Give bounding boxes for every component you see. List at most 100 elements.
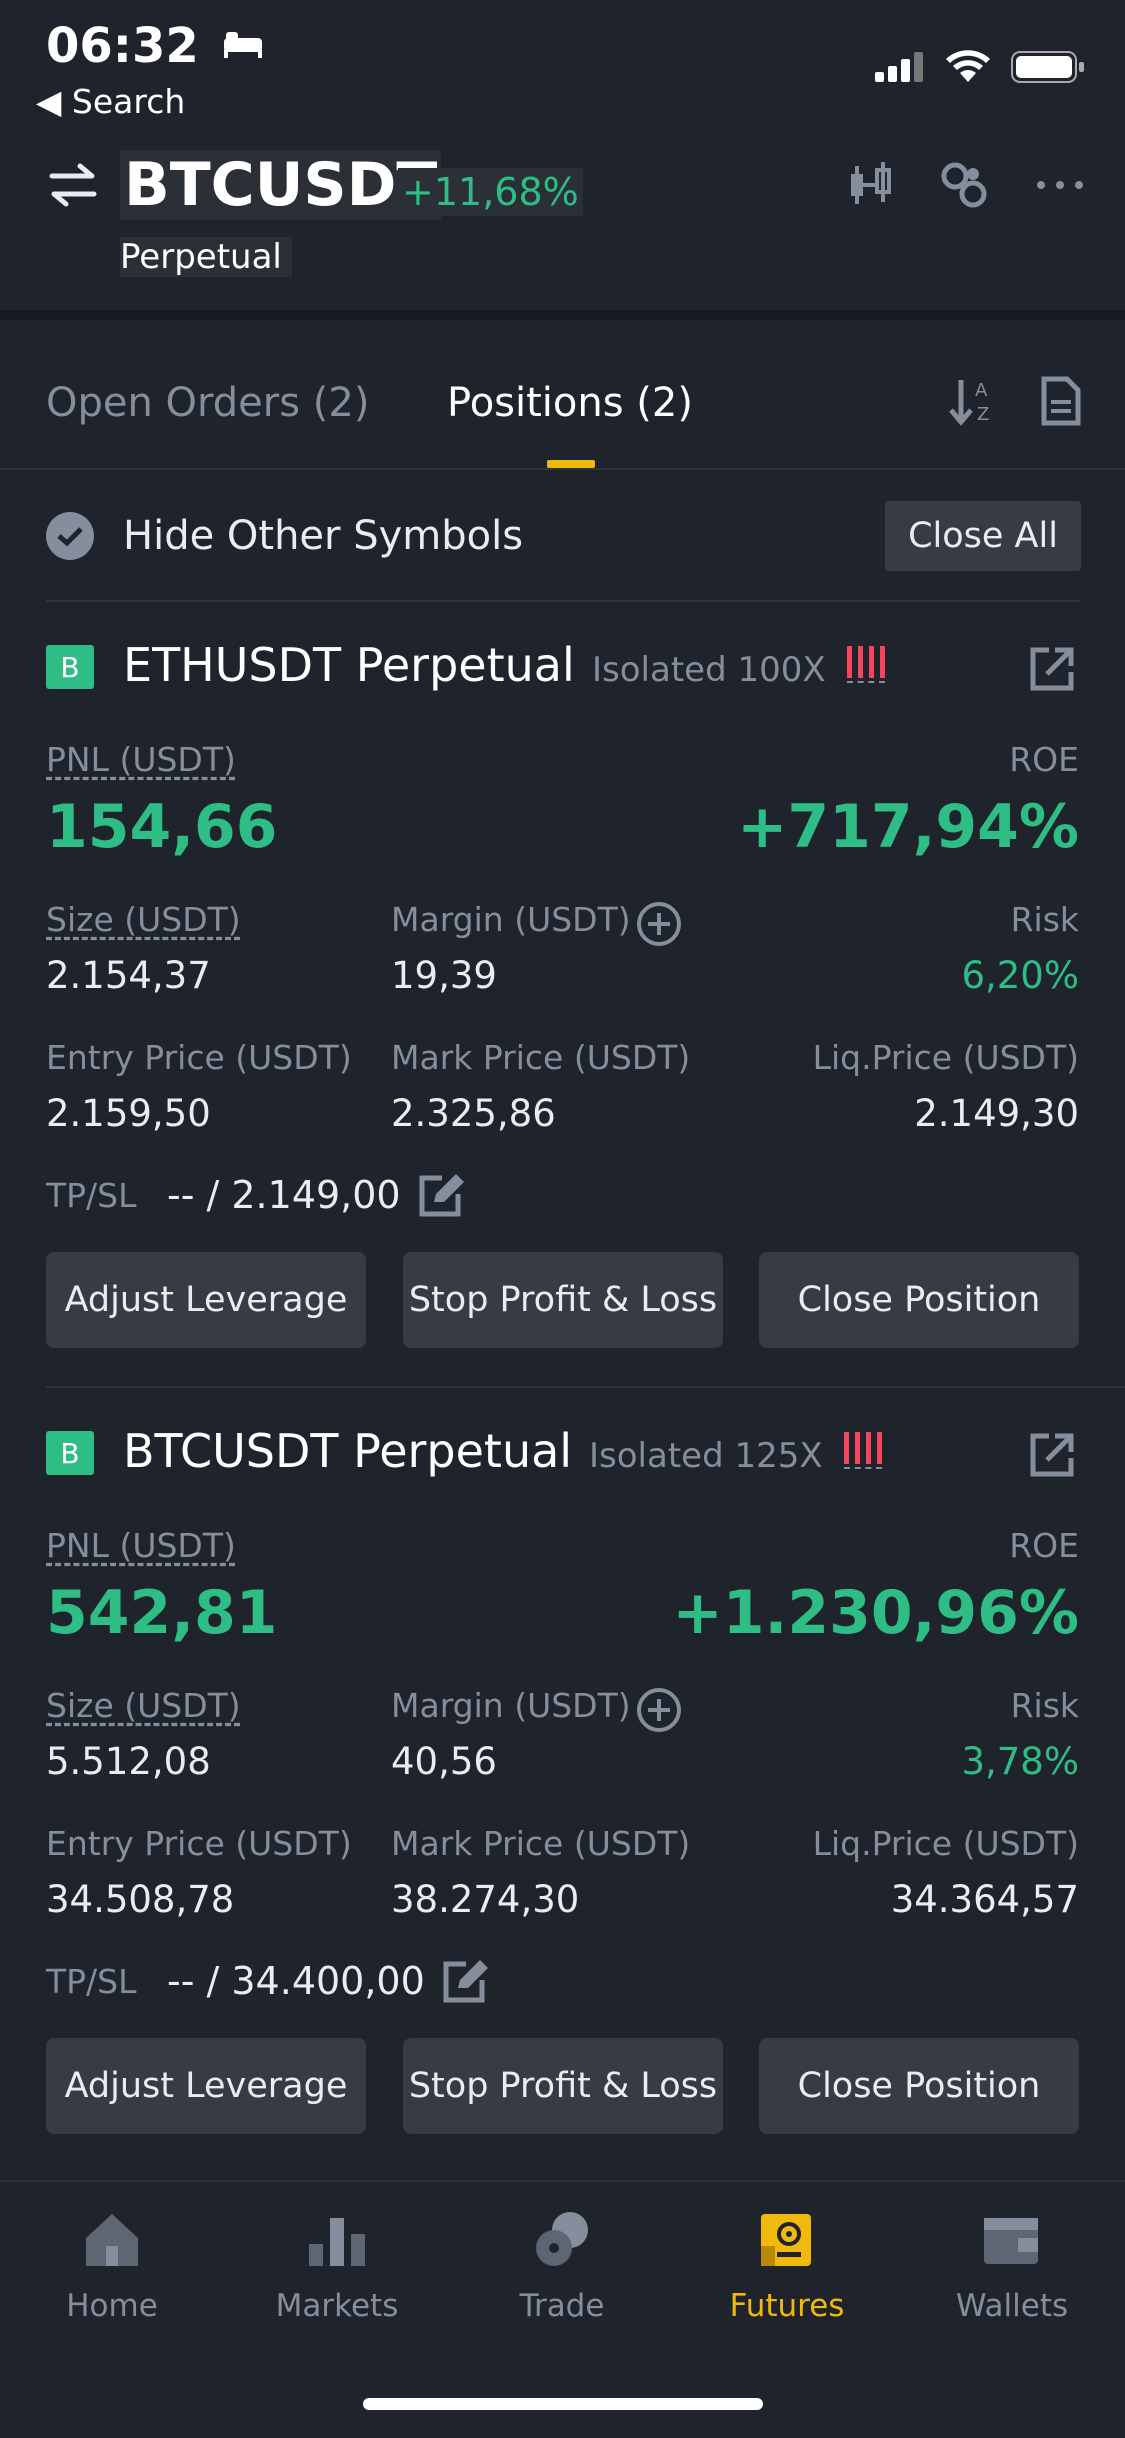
risk-bars: [844, 1432, 882, 1469]
margin-value: 19,39: [391, 954, 497, 997]
more-icon[interactable]: [1035, 175, 1085, 195]
risk-label: Risk: [1010, 900, 1079, 939]
nav-label: Markets: [275, 2288, 399, 2324]
header-divider: [0, 310, 1125, 320]
liq-price-label: Liq.Price (USDT): [812, 1038, 1079, 1077]
hide-others-checkbox[interactable]: [46, 512, 94, 560]
tab-positions[interactable]: Positions (2): [447, 380, 693, 426]
liq-price-value: 34.364,57: [890, 1878, 1079, 1921]
position-title[interactable]: ETHUSDT Perpetual: [123, 638, 575, 692]
sleep-mode-icon: [223, 32, 262, 58]
roe-value: +717,94%: [737, 792, 1079, 862]
size-label[interactable]: Size (USDT): [46, 1686, 241, 1725]
back-arrow-icon: ◀: [36, 82, 62, 121]
nav-wallets[interactable]: Wallets: [932, 2210, 1092, 2324]
tab-tools: A Z: [949, 376, 1081, 426]
share-icon[interactable]: [1029, 646, 1075, 696]
add-margin-icon[interactable]: [635, 1686, 683, 1738]
home-icon: [86, 2214, 138, 2266]
entry-price-label: Entry Price (USDT): [46, 1038, 352, 1077]
nav-trade[interactable]: Trade: [482, 2210, 642, 2324]
adjust-leverage-button[interactable]: Adjust Leverage: [46, 2038, 366, 2134]
svg-text:Z: Z: [977, 404, 989, 425]
mark-price-label: Mark Price (USDT): [391, 1824, 691, 1863]
liq-price-value: 2.149,30: [914, 1092, 1079, 1135]
nav-futures[interactable]: Futures: [707, 2210, 867, 2324]
stop-profit-loss-button[interactable]: Stop Profit & Loss: [403, 2038, 723, 2134]
share-icon[interactable]: [1029, 1432, 1075, 1482]
nav-home[interactable]: Home: [32, 2210, 192, 2324]
nav-label: Futures: [729, 2288, 845, 2324]
buy-badge: B: [46, 1431, 94, 1475]
entry-price-value: 2.159,50: [46, 1092, 211, 1135]
size-value: 5.512,08: [46, 1740, 211, 1783]
header-tools: [847, 160, 1085, 210]
active-tab-indicator: [547, 460, 595, 468]
margin-label: Margin (USDT): [391, 900, 631, 939]
roe-label: ROE: [1009, 740, 1079, 779]
tabs-divider: [0, 468, 1125, 470]
svg-text:A: A: [975, 380, 988, 401]
back-to-search-link[interactable]: ◀ Search: [36, 82, 185, 121]
home-indicator[interactable]: [363, 2398, 763, 2410]
nav-markets[interactable]: Markets: [257, 2210, 417, 2324]
trade-icon: [536, 2212, 588, 2266]
futures-icon: [761, 2214, 811, 2266]
tab-open-orders[interactable]: Open Orders (2): [46, 380, 369, 426]
entry-price-label: Entry Price (USDT): [46, 1824, 352, 1863]
calculator-link-icon[interactable]: [939, 160, 989, 210]
signal-icon: [875, 52, 923, 82]
close-position-button[interactable]: Close Position: [759, 1252, 1079, 1348]
nav-label: Wallets: [955, 2288, 1069, 2324]
roe-label: ROE: [1009, 1526, 1079, 1565]
edit-tpsl-icon[interactable]: [442, 1958, 490, 2008]
check-icon: [57, 527, 83, 547]
mark-price-value: 38.274,30: [391, 1878, 580, 1921]
contract-type: Perpetual: [120, 237, 292, 277]
status-icons: [875, 42, 1085, 92]
close-all-button[interactable]: Close All: [885, 501, 1081, 571]
price-change: +11,68%: [398, 168, 583, 216]
tpsl-value: -- / 2.149,00: [167, 1173, 401, 1217]
status-time: 06:32: [46, 18, 264, 74]
mark-price-value: 2.325,86: [391, 1092, 556, 1135]
pnl-value: 542,81: [46, 1578, 278, 1648]
margin-mode[interactable]: Isolated 100X: [592, 650, 826, 690]
hide-others-label: Hide Other Symbols: [123, 513, 524, 559]
candlestick-chart-icon[interactable]: [847, 160, 893, 210]
close-position-button[interactable]: Close Position: [759, 2038, 1079, 2134]
wallet-icon: [984, 2218, 1038, 2264]
tpsl-label: TP/SL: [46, 1176, 137, 1215]
margin-label: Margin (USDT): [391, 1686, 631, 1725]
adjust-leverage-button[interactable]: Adjust Leverage: [46, 1252, 366, 1348]
tpsl-value: -- / 34.400,00: [167, 1959, 425, 2003]
swap-symbol-icon[interactable]: [48, 162, 98, 212]
risk-bars: [847, 646, 885, 683]
risk-value: 3,78%: [961, 1740, 1079, 1783]
liq-price-label: Liq.Price (USDT): [812, 1824, 1079, 1863]
size-label[interactable]: Size (USDT): [46, 900, 241, 939]
card-divider: [46, 1386, 1125, 1388]
battery-icon: [1011, 51, 1084, 83]
symbol-title[interactable]: BTCUSDT: [120, 150, 442, 220]
entry-price-value: 34.508,78: [46, 1878, 235, 1921]
sort-icon[interactable]: A Z: [949, 376, 997, 426]
buy-badge: B: [46, 645, 94, 689]
risk-value: 6,20%: [961, 954, 1079, 997]
stop-profit-loss-button[interactable]: Stop Profit & Loss: [403, 1252, 723, 1348]
pnl-label[interactable]: PNL (USDT): [46, 1526, 236, 1565]
risk-label: Risk: [1010, 1686, 1079, 1725]
tpsl-label: TP/SL: [46, 1962, 137, 2001]
wifi-icon: [946, 50, 990, 82]
pnl-label[interactable]: PNL (USDT): [46, 740, 236, 779]
margin-mode[interactable]: Isolated 125X: [589, 1436, 823, 1476]
margin-value: 40,56: [391, 1740, 497, 1783]
markets-icon: [309, 2218, 365, 2266]
filter-divider: [46, 600, 1080, 602]
nav-label: Home: [66, 2288, 158, 2324]
mark-price-label: Mark Price (USDT): [391, 1038, 691, 1077]
edit-tpsl-icon[interactable]: [418, 1172, 466, 1222]
document-icon[interactable]: [1041, 376, 1081, 426]
position-title[interactable]: BTCUSDT Perpetual: [123, 1424, 572, 1478]
add-margin-icon[interactable]: [635, 900, 683, 952]
